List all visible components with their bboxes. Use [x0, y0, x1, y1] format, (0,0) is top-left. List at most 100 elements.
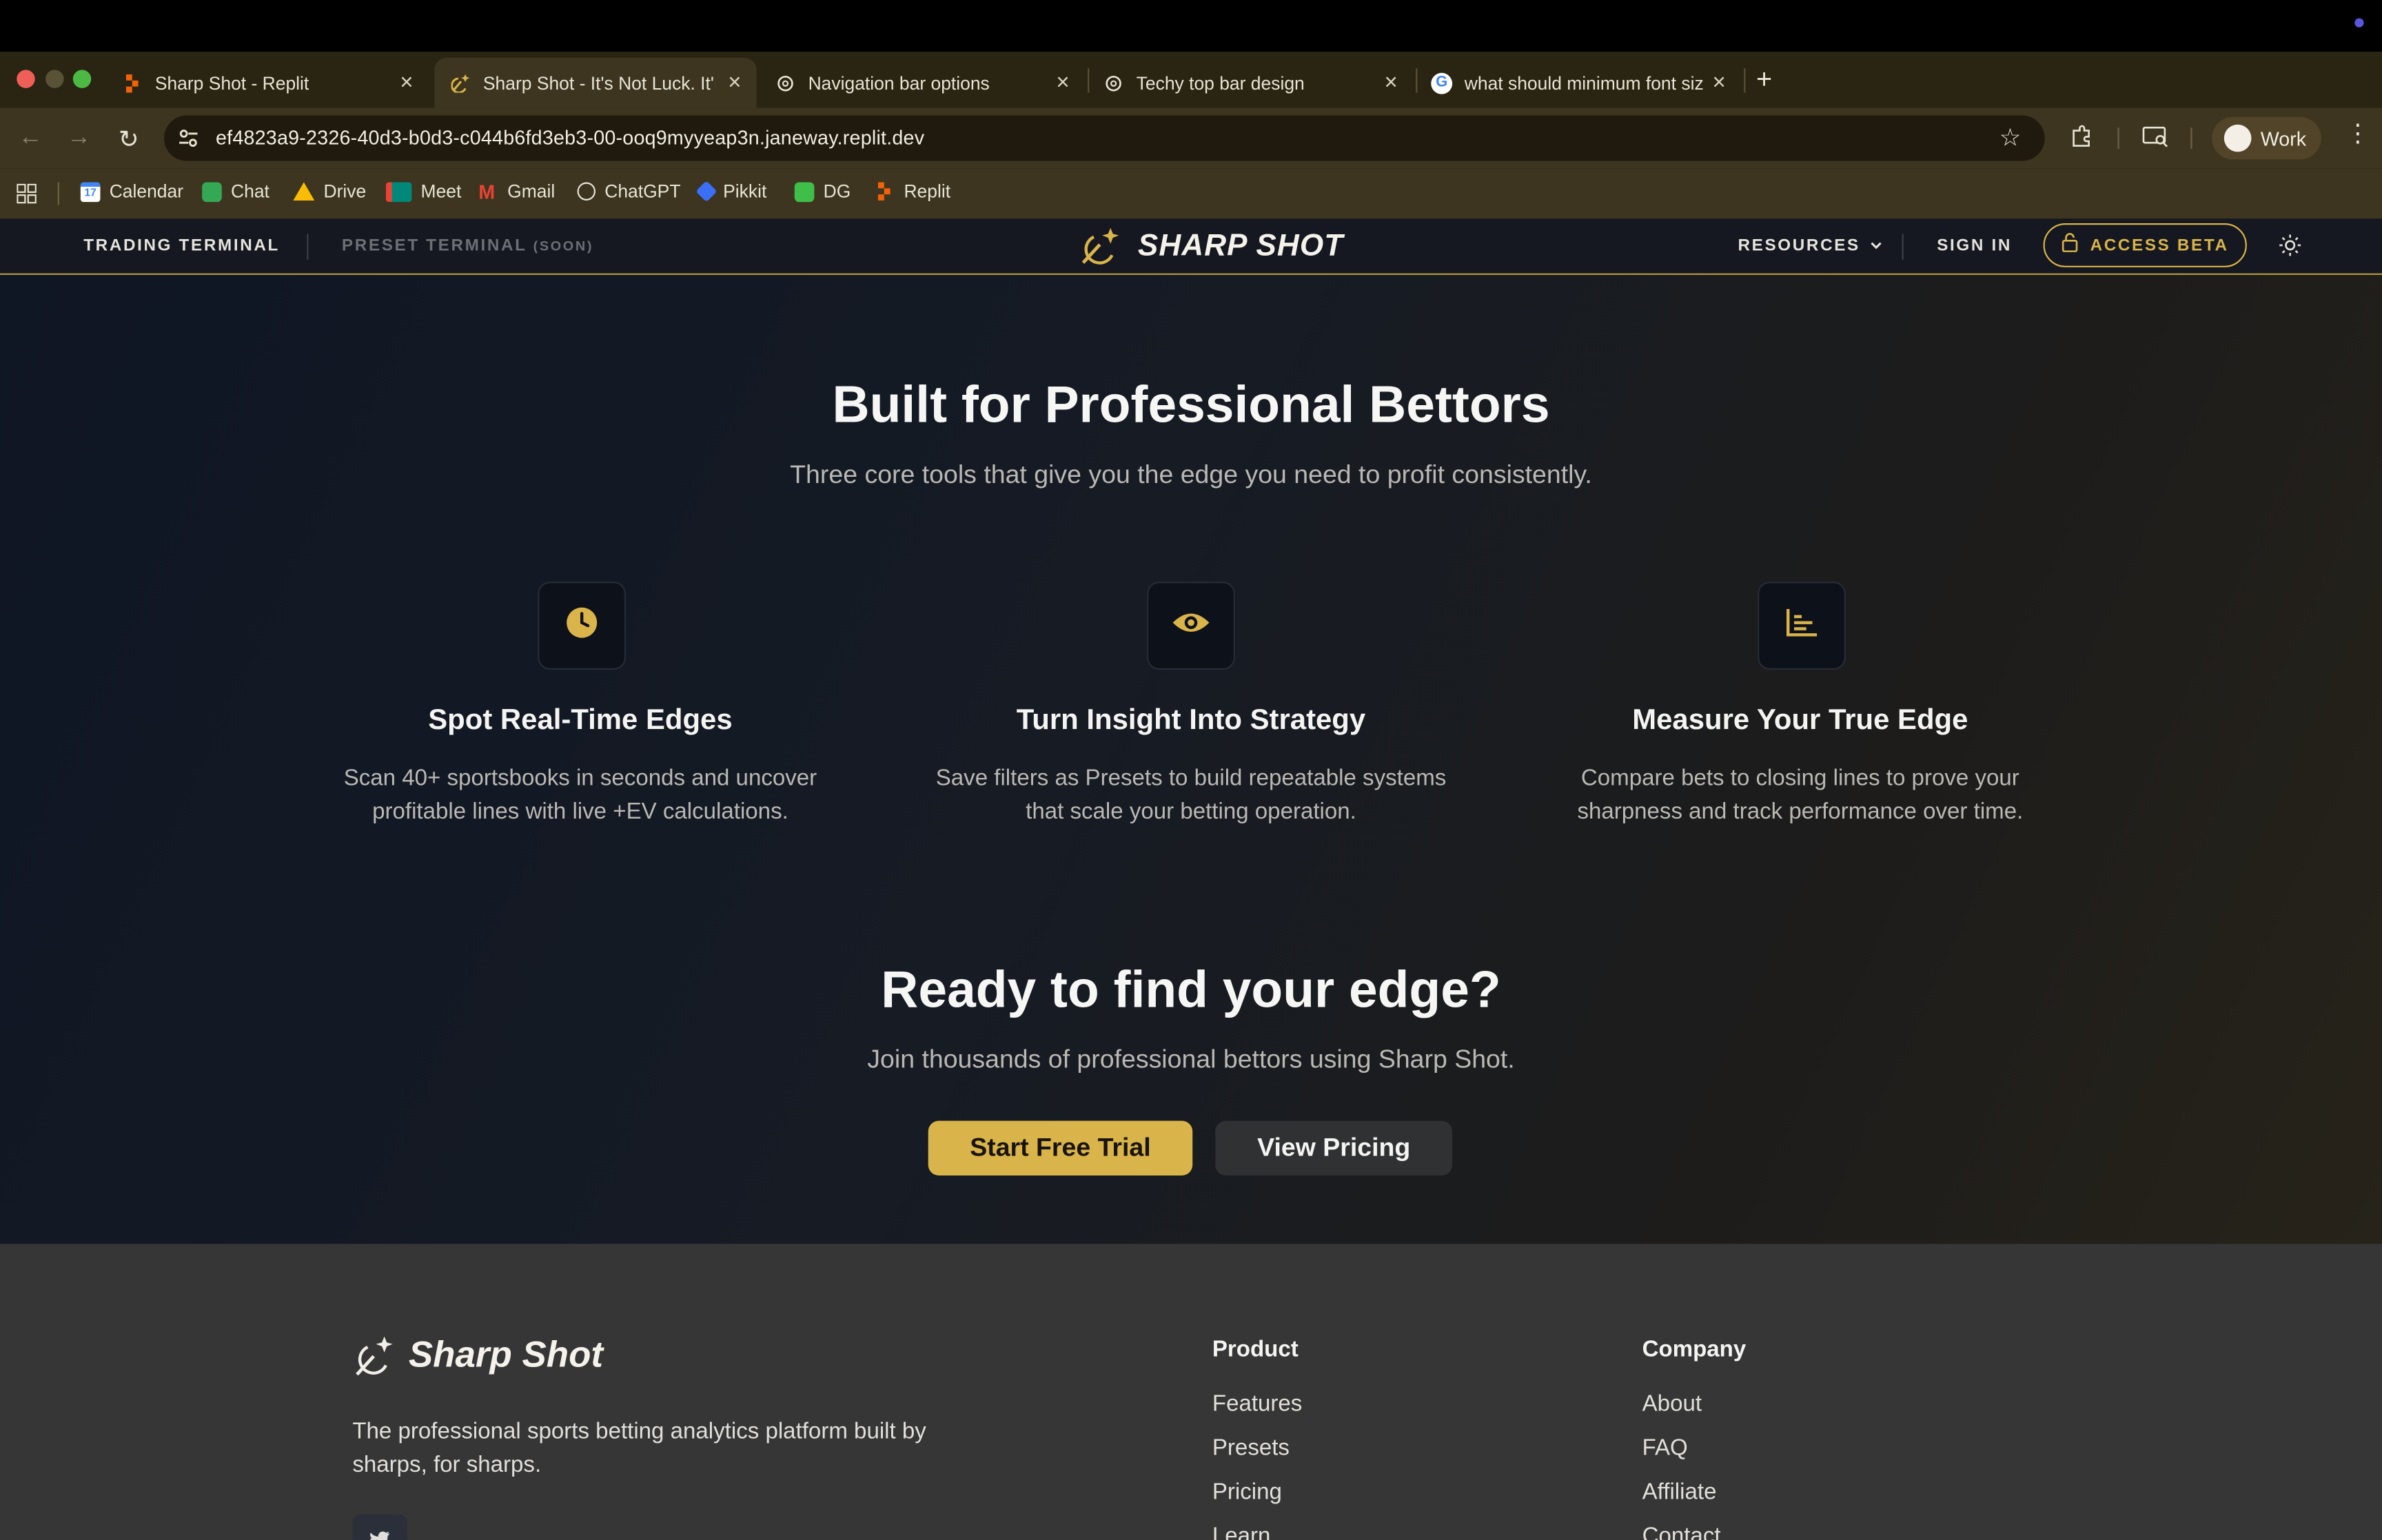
footer-link-about[interactable]: About — [1642, 1391, 1702, 1417]
clock-icon — [565, 605, 598, 646]
nav-sign-in[interactable]: SIGN IN — [1937, 237, 2012, 255]
url-text[interactable]: ef4823a9-2326-40d3-b0d3-c044b6fd3eb3-00-… — [216, 126, 924, 149]
bookmark-label: Chat — [231, 181, 269, 203]
calendar-icon: 17 — [80, 181, 101, 202]
bookmark-pikkit[interactable]: Pikkit — [695, 181, 766, 203]
new-tab-icon[interactable]: + — [1756, 64, 1772, 96]
footer-logo-link[interactable]: Sharp Shot — [352, 1332, 603, 1381]
drive-icon — [293, 182, 315, 201]
chatgpt-icon — [1103, 72, 1124, 94]
start-free-trial-button[interactable]: Start Free Trial — [928, 1120, 1193, 1175]
footer-link-pricing[interactable]: Pricing — [1212, 1479, 1282, 1505]
nav-preset-terminal[interactable]: PRESET TERMINAL (SOON) — [342, 237, 593, 255]
reload-icon[interactable]: ↻ — [119, 125, 139, 155]
close-window-button[interactable] — [17, 70, 35, 88]
twitter-icon — [369, 1530, 391, 1540]
logo-link[interactable]: SHARP SHOT — [1079, 223, 1343, 269]
close-tab-icon[interactable]: × — [728, 70, 741, 95]
tab-title: Navigation bar options — [808, 72, 990, 94]
replit-icon — [875, 181, 895, 201]
footer-link-presets[interactable]: Presets — [1212, 1435, 1290, 1461]
close-tab-icon[interactable]: × — [400, 70, 413, 95]
toolbar-divider — [2117, 127, 2119, 150]
back-icon[interactable]: ← — [18, 125, 42, 152]
site-settings-icon[interactable] — [176, 126, 201, 150]
tab-sharp-shot-active[interactable]: Sharp Shot - It's Not Luck. It' × — [434, 57, 757, 108]
bookmark-label: DG — [823, 181, 851, 203]
bookmark-gmail[interactable]: M Gmail — [478, 181, 555, 202]
footer-tagline: The professional sports betting analytic… — [352, 1415, 926, 1482]
footer-link-affiliate[interactable]: Affiliate — [1642, 1479, 1717, 1505]
nav-preset-label: PRESET TERMINAL — [341, 236, 527, 256]
bookmark-dg[interactable]: DG — [794, 181, 851, 203]
footer-brand: Sharp Shot — [408, 1335, 604, 1376]
browser-menu-icon[interactable]: ⋮ — [2345, 122, 2370, 147]
bookmark-label: Drive — [323, 181, 367, 203]
tab-title: Sharp Shot - Replit — [154, 72, 309, 94]
theme-toggle-sun-icon[interactable] — [2279, 234, 2301, 264]
sharp-shot-logo-icon — [352, 1333, 398, 1379]
bookmark-label: Meet — [420, 181, 462, 203]
site-navbar: TRADING TERMINAL PRESET TERMINAL (SOON) … — [0, 218, 2382, 275]
tab-font-size-search[interactable]: G what should minimum font siz × — [1419, 58, 1741, 108]
sharp-shot-logo-icon — [1079, 225, 1124, 267]
eye-icon — [1171, 608, 1210, 644]
bookmark-calendar[interactable]: 17 Calendar — [80, 181, 183, 202]
tab-separator — [1088, 68, 1090, 93]
forward-icon[interactable]: → — [67, 125, 91, 152]
bookmark-drive[interactable]: Drive — [293, 181, 366, 202]
features-subtitle: Three core tools that give you the edge … — [790, 460, 1592, 489]
close-tab-icon[interactable]: × — [1056, 70, 1069, 95]
nav-resources-dropdown[interactable]: RESOURCES — [1738, 237, 1882, 255]
bookmark-chatgpt[interactable]: ChatGPT — [577, 181, 680, 202]
twitter-button[interactable] — [352, 1514, 407, 1540]
bookmark-star-icon[interactable]: ☆ — [1999, 123, 2022, 154]
footer-link-learn[interactable]: Learn — [1212, 1523, 1271, 1540]
indicator-dot — [2354, 18, 2364, 28]
chart-icon — [1785, 607, 1818, 645]
feature-description: Scan 40+ sportsbooks in seconds and unco… — [276, 762, 884, 829]
apps-grid-icon[interactable] — [17, 183, 37, 212]
soon-badge: (SOON) — [533, 238, 594, 254]
access-beta-button[interactable]: ACCESS BETA — [2043, 223, 2247, 267]
extensions-icon[interactable] — [2069, 125, 2093, 156]
close-tab-icon[interactable]: × — [1384, 70, 1397, 95]
footer-link-features[interactable]: Features — [1212, 1391, 1302, 1417]
close-tab-icon[interactable]: × — [1713, 70, 1726, 95]
bookmark-meet[interactable]: Meet — [385, 181, 462, 203]
footer-link-faq[interactable]: FAQ — [1642, 1435, 1688, 1461]
chat-icon — [202, 181, 222, 202]
footer-heading-product: Product — [1212, 1336, 1299, 1363]
dg-icon — [794, 181, 815, 202]
meet-icon — [385, 181, 412, 202]
nav-divider — [1902, 234, 1904, 260]
tab-navigation-bar-options[interactable]: Navigation bar options × — [762, 58, 1084, 108]
bookmark-chat[interactable]: Chat — [202, 181, 269, 202]
avatar — [2223, 124, 2252, 152]
feature-desc-line: profitable lines with live +EV calculati… — [372, 799, 788, 825]
feature-description: Save filters as Presets to build repeata… — [887, 762, 1495, 829]
nav-resources-label: RESOURCES — [1738, 236, 1860, 256]
feature-desc-line: Scan 40+ sportsbooks in seconds and unco… — [343, 765, 817, 792]
minimize-window-button[interactable] — [45, 70, 64, 88]
footer-tagline-line: The professional sports betting analytic… — [352, 1418, 926, 1445]
view-pricing-button[interactable]: View Pricing — [1215, 1120, 1453, 1175]
tab-sharp-shot-replit[interactable]: Sharp Shot - Replit × — [106, 58, 428, 108]
features-title: Built for Professional Bettors — [832, 376, 1550, 435]
pikkit-icon — [695, 181, 717, 203]
nav-divider — [307, 234, 309, 260]
tab-separator — [1744, 68, 1746, 93]
bookmark-label: Gmail — [507, 181, 556, 203]
bookmark-replit[interactable]: Replit — [875, 181, 951, 203]
site-footer: Sharp Shot The professional sports betti… — [0, 1244, 2382, 1540]
screen: Sharp Shot - Replit × Sharp Shot - It's … — [0, 0, 2382, 1540]
footer-link-contact[interactable]: Contact — [1642, 1523, 1721, 1540]
tab-techy-top-bar[interactable]: Techy top bar design × — [1091, 58, 1413, 108]
chevron-down-icon — [1870, 237, 1882, 255]
bookmark-label: Replit — [904, 181, 951, 203]
profile-button[interactable]: Work — [2212, 116, 2321, 160]
nav-trading-terminal[interactable]: TRADING TERMINAL — [83, 237, 280, 255]
sharp-shot-logo-icon — [449, 72, 471, 94]
cast-search-icon[interactable] — [2142, 126, 2170, 155]
maximize-window-button[interactable] — [72, 70, 92, 88]
